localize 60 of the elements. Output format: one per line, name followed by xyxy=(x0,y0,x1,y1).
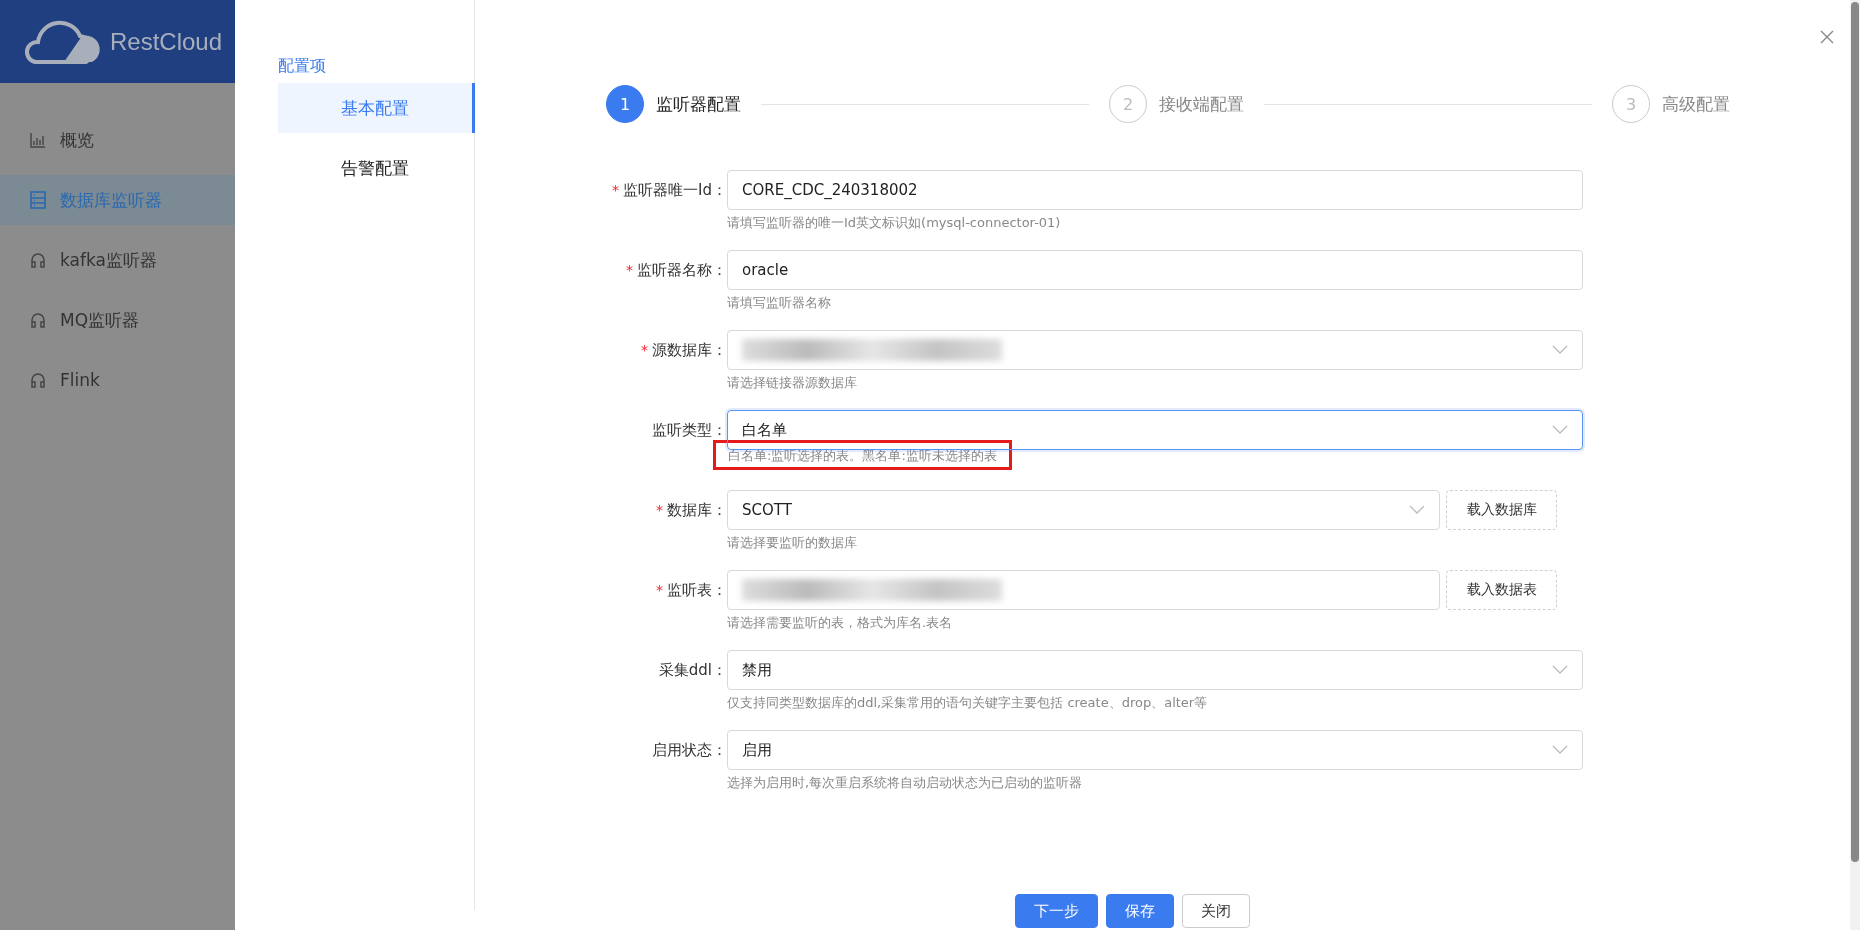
step-label: 高级配置 xyxy=(1662,92,1730,116)
select-field[interactable]: 禁用 xyxy=(727,650,1583,690)
load-button[interactable]: 载入数据库 xyxy=(1446,490,1557,530)
field-label: 启用状态： xyxy=(652,740,727,760)
config-tab[interactable]: 基本配置 xyxy=(278,83,475,133)
tag-select-field[interactable] xyxy=(727,570,1440,610)
chevron-down-icon xyxy=(1552,425,1568,435)
required-mark: * xyxy=(656,501,663,520)
action-button[interactable]: 保存 xyxy=(1106,894,1174,928)
help-text: 请填写监听器名称 xyxy=(727,294,832,312)
close-button[interactable] xyxy=(1818,28,1836,46)
select-field[interactable]: 白名单 xyxy=(727,410,1583,450)
logo-text: RestCloud xyxy=(110,27,223,56)
scrollbar[interactable] xyxy=(1850,0,1860,930)
help-text: 选择为启用时,每次重启系统将自动启动状态为已启动的监听器 xyxy=(727,774,1084,792)
headset-icon xyxy=(30,312,46,328)
help-text: 请选择需要监听的表，格式为库名.表名 xyxy=(727,614,954,632)
input-field[interactable]: CORE_CDC_240318002 xyxy=(727,170,1583,210)
help-text: 请选择链接器源数据库 xyxy=(727,374,858,392)
select-field[interactable]: SCOTT xyxy=(727,490,1440,530)
sidebar-item[interactable]: 概览 xyxy=(0,115,235,165)
required-mark: * xyxy=(626,261,633,280)
chevron-down-icon xyxy=(1409,505,1425,515)
step-number: 1 xyxy=(606,85,644,123)
step-label: 监听器配置 xyxy=(656,92,741,116)
field-label: 监听器名称： xyxy=(637,260,727,280)
help-text: 请填写监听器的唯一Id英文标识如(mysql-connector-01) xyxy=(727,214,1062,232)
chevron-down-icon xyxy=(1552,665,1568,675)
headset-icon xyxy=(30,252,46,268)
chevron-down-icon xyxy=(1552,745,1568,755)
config-tab[interactable]: 告警配置 xyxy=(278,143,475,193)
sidebar-item[interactable]: MQ监听器 xyxy=(0,295,235,345)
step-number: 3 xyxy=(1612,85,1650,123)
select-field[interactable] xyxy=(727,330,1583,370)
field-label: 监听表： xyxy=(667,580,727,600)
list-icon xyxy=(30,191,46,209)
field-label: 监听类型： xyxy=(652,420,727,440)
field-label: 源数据库： xyxy=(652,340,727,360)
step-number: 2 xyxy=(1109,85,1147,123)
sidebar-item[interactable]: kafka监听器 xyxy=(0,235,235,285)
field-label: 数据库： xyxy=(667,500,727,520)
action-button[interactable]: 关闭 xyxy=(1182,894,1250,928)
required-mark: * xyxy=(612,181,620,200)
action-button[interactable]: 下一步 xyxy=(1015,894,1098,928)
sidebar-item[interactable]: Flink xyxy=(0,355,235,405)
required-mark: * xyxy=(656,581,663,600)
help-text: 白名单:监听选择的表。黑名单:监听未选择的表 xyxy=(728,448,997,463)
headset-icon xyxy=(30,372,46,388)
required-mark: * xyxy=(641,341,648,360)
chevron-down-icon xyxy=(1552,345,1568,355)
field-label: 采集ddl： xyxy=(658,660,727,680)
section-title: 配置项 xyxy=(278,56,327,77)
input-field[interactable]: oracle xyxy=(727,250,1583,290)
field-label: 监听器唯一Id： xyxy=(623,180,727,200)
help-text: 请选择要监听的数据库 xyxy=(727,534,858,552)
load-button[interactable]: 载入数据表 xyxy=(1446,570,1557,610)
select-field[interactable]: 启用 xyxy=(727,730,1583,770)
step-label: 接收端配置 xyxy=(1159,92,1244,116)
help-text: 仅支持同类型数据库的ddl,采集常用的语句关键字主要包括 create、drop、alter等 xyxy=(727,694,1209,712)
bar-chart-icon xyxy=(30,132,46,148)
